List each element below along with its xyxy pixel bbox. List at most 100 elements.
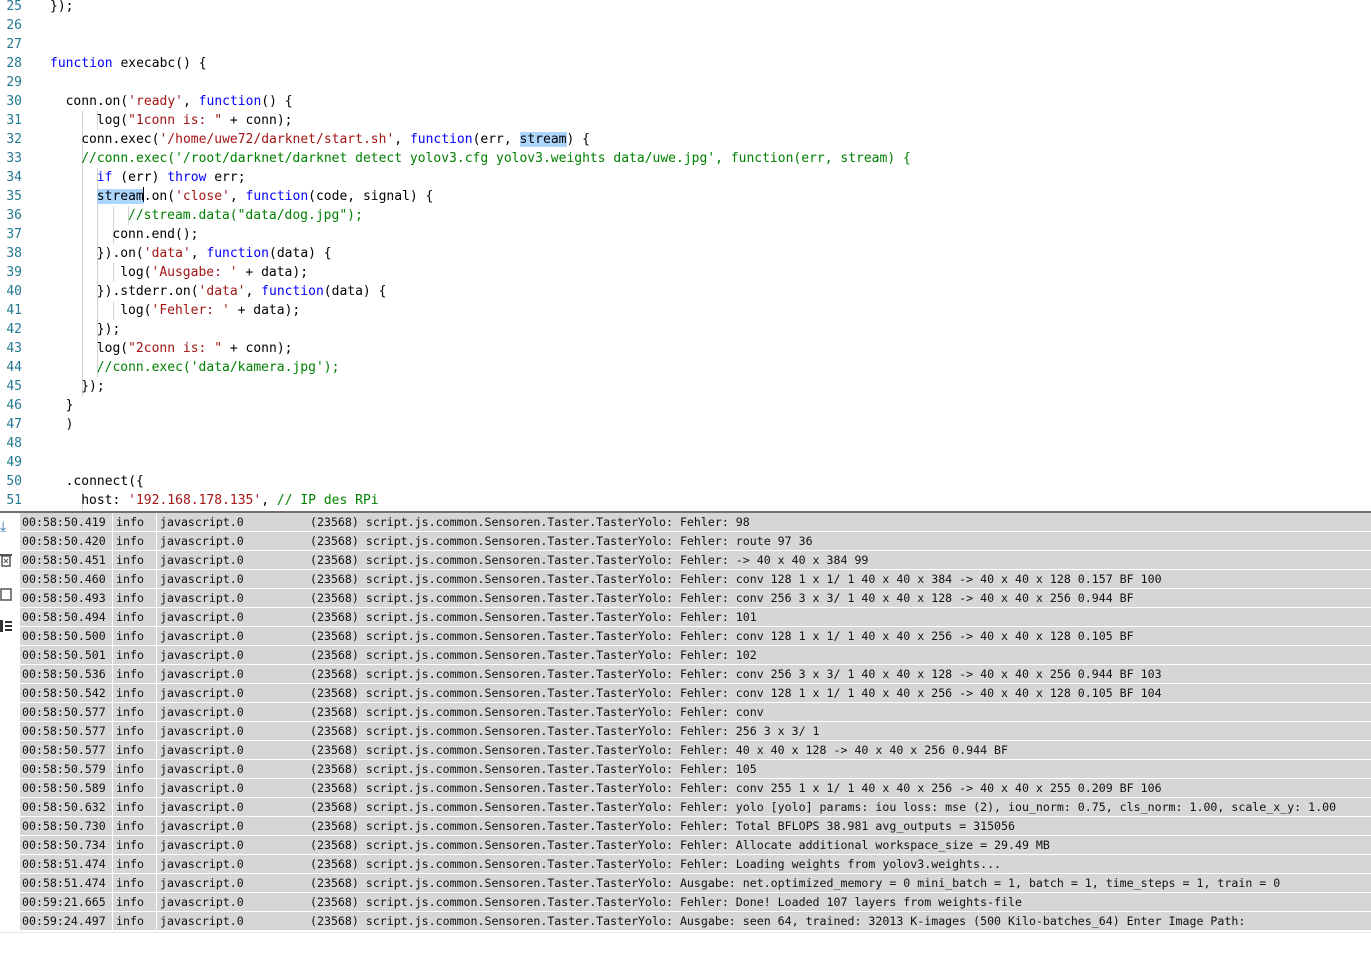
log-row[interactable]: 00:58:50.632 info javascript.0 (23568) scri… [20, 798, 1371, 817]
column-separator [112, 855, 113, 874]
indent-guide [81, 206, 83, 225]
code-token: + conn); [222, 113, 293, 128]
log-row[interactable]: 00:58:50.500 info javascript.0 (23568) scri… [20, 627, 1371, 646]
code-line[interactable]: 27 [0, 35, 1371, 54]
log-level: info [116, 591, 144, 605]
code-line[interactable]: 46} [0, 396, 1371, 415]
code-line[interactable]: 38}).on('data', function(data) { [0, 244, 1371, 263]
code-line[interactable]: 40}).stderr.on('data', function(data) { [0, 282, 1371, 301]
column-separator [156, 779, 157, 798]
code-line[interactable]: 31 log("1conn is: " + conn); [0, 111, 1371, 130]
log-source: javascript.0 [160, 781, 244, 795]
log-row[interactable]: 00:58:50.577 info javascript.0 (23568) scri… [20, 722, 1371, 741]
code-line[interactable]: 42}); [0, 320, 1371, 339]
log-row[interactable]: 00:59:21.665 info javascript.0 (23568) scri… [20, 893, 1371, 912]
code-line[interactable]: 33 //conn.exec('/root/darknet/darknet det… [0, 149, 1371, 168]
log-level: info [116, 762, 144, 776]
code-line[interactable]: 34 if (err) throw err; [0, 168, 1371, 187]
log-source: javascript.0 [160, 648, 244, 662]
indent-guide [112, 301, 114, 320]
code-line[interactable]: 32 conn.exec('/home/uwe72/darknet/start.s… [0, 130, 1371, 149]
log-row[interactable]: 00:58:50.460 info javascript.0 (23568) scri… [20, 570, 1371, 589]
code-line[interactable]: 35 stream.on('close', function(code, sign… [0, 187, 1371, 206]
line-number: 49 [6, 455, 22, 470]
code-text: }).stderr.on('data', function(data) { [97, 282, 387, 301]
code-token: if [96, 170, 113, 185]
log-source: javascript.0 [160, 838, 244, 852]
log-row[interactable]: 00:58:50.577 info javascript.0 (23568) scri… [20, 741, 1371, 760]
log-row[interactable]: 00:58:51.474 info javascript.0 (23568) scri… [20, 874, 1371, 893]
code-line[interactable]: 41 log('Fehler: ' + data); [0, 301, 1371, 320]
column-separator [156, 722, 157, 741]
code-text: function execabc() { [50, 54, 207, 73]
log-source: javascript.0 [160, 591, 244, 605]
code-line[interactable]: 29 [0, 73, 1371, 92]
log-row[interactable]: 00:58:50.501 info javascript.0 (23568) scri… [20, 646, 1371, 665]
code-line[interactable]: 39 log('Ausgabe: ' + data); [0, 263, 1371, 282]
scroll-down-icon[interactable]: ⤓ [0, 519, 14, 535]
log-level: info [116, 819, 144, 833]
log-row[interactable]: 00:58:51.474 info javascript.0 (23568) scri… [20, 855, 1371, 874]
log-row[interactable]: 00:58:50.493 info javascript.0 (23568) scri… [20, 589, 1371, 608]
log-level: info [116, 629, 144, 643]
log-row[interactable]: 00:58:50.419 info javascript.0 (23568) scri… [20, 513, 1371, 532]
code-line[interactable]: 36 //stream.data("data/dog.jpg"); [0, 206, 1371, 225]
log-time: 00:59:21.665 [22, 895, 106, 909]
log-time: 00:58:50.589 [22, 781, 106, 795]
log-row[interactable]: 00:58:50.730 info javascript.0 (23568) scri… [20, 817, 1371, 836]
code-line[interactable]: 28 function execabc() { [0, 54, 1371, 73]
log-message: (23568) script.js.common.Sensoren.Taster… [310, 895, 1022, 909]
code-line[interactable]: 47) [0, 415, 1371, 434]
code-text: conn.end(); [112, 225, 198, 244]
log-row[interactable]: 00:58:50.420 info javascript.0 (23568) scri… [20, 532, 1371, 551]
line-number: 30 [6, 94, 22, 109]
indent-guide [97, 206, 99, 225]
delete-icon[interactable] [0, 553, 14, 571]
log-row[interactable]: 00:58:50.494 info javascript.0 (23568) scri… [20, 608, 1371, 627]
code-line[interactable]: 26 [0, 16, 1371, 35]
log-message: (23568) script.js.common.Sensoren.Taster… [310, 686, 1162, 700]
code-editor[interactable]: 25}); 26 27 28 function execabc() {29 30 conn.… [0, 0, 1371, 511]
code-line[interactable]: 30 conn.on('ready', function() { [0, 92, 1371, 111]
column-separator [112, 684, 113, 703]
code-text: //conn.exec('data/kamera.jpg'); [97, 358, 340, 377]
code-token: //conn.exec('data/kamera.jpg'); [96, 360, 340, 375]
code-line[interactable]: 48 [0, 434, 1371, 453]
column-separator [112, 836, 113, 855]
log-row[interactable]: 00:58:50.579 info javascript.0 (23568) scri… [20, 760, 1371, 779]
log-time: 00:58:50.420 [22, 534, 106, 548]
code-line[interactable]: 25}); [0, 0, 1371, 16]
log-time: 00:58:51.474 [22, 857, 106, 871]
code-line[interactable]: 44 //conn.exec('data/kamera.jpg'); [0, 358, 1371, 377]
code-line[interactable]: 45}); [0, 377, 1371, 396]
column-separator [156, 855, 157, 874]
log-row[interactable]: 00:58:50.451 info javascript.0 (23568) scri… [20, 551, 1371, 570]
log-time: 00:58:50.451 [22, 553, 106, 567]
code-line[interactable]: 49 [0, 453, 1371, 472]
log-row[interactable]: 00:58:50.577 info javascript.0 (23568) scri… [20, 703, 1371, 722]
copy-icon[interactable] [0, 587, 14, 605]
indent-guide [97, 263, 99, 282]
log-row[interactable]: 00:58:50.542 info javascript.0 (23568) scri… [20, 684, 1371, 703]
log-row[interactable]: 00:58:50.589 info javascript.0 (23568) scri… [20, 779, 1371, 798]
code-line[interactable]: 50 .connect({ [0, 472, 1371, 491]
indent-guide [97, 301, 99, 320]
log-source: javascript.0 [160, 819, 244, 833]
column-separator [112, 798, 113, 817]
list-icon[interactable] [0, 619, 14, 637]
code-line[interactable]: 37 conn.end(); [0, 225, 1371, 244]
log-row[interactable]: 00:58:50.536 info javascript.0 (23568) scri… [20, 665, 1371, 684]
code-text: stream.on('close', function(code, signal… [96, 187, 433, 206]
column-separator [156, 912, 157, 931]
code-line[interactable]: 43 log("2conn is: " + conn); [0, 339, 1371, 358]
indent-guide [97, 225, 99, 244]
log-level: info [116, 914, 144, 928]
code-token: // IP des RPi [276, 493, 379, 508]
log-level: info [116, 610, 144, 624]
code-token: throw [167, 170, 207, 185]
log-row[interactable]: 00:58:50.734 info javascript.0 (23568) scri… [20, 836, 1371, 855]
code-line[interactable]: 51 host: '192.168.178.135', // IP des RPi [0, 491, 1371, 510]
log-source: javascript.0 [160, 705, 244, 719]
column-separator [112, 722, 113, 741]
log-row[interactable]: 00:59:24.497 info javascript.0 (23568) scri… [20, 912, 1371, 931]
